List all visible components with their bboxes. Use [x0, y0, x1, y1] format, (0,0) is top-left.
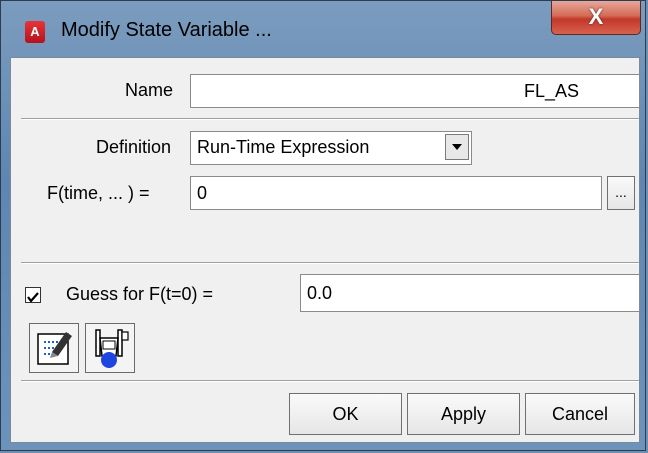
- cancel-label: Cancel: [551, 404, 609, 424]
- guess-value: 0.0: [307, 283, 333, 303]
- separator-top: [21, 118, 639, 120]
- function-expression-field[interactable]: 0: [190, 176, 602, 210]
- separator-middle: [21, 262, 639, 264]
- close-icon: X: [588, 4, 604, 29]
- definition-label: Definition: [96, 137, 172, 157]
- dropdown-arrow-button[interactable]: [445, 134, 469, 160]
- measure-button[interactable]: [85, 323, 135, 373]
- guess-value-field[interactable]: 0.0: [300, 274, 640, 312]
- notes-edit-button[interactable]: [29, 323, 79, 373]
- guess-label: Guess for F(t=0) =: [66, 284, 214, 304]
- window-title: Modify State Variable ...: [61, 19, 272, 41]
- name-value: FL_AS: [523, 81, 579, 101]
- notes-edit-icon: [37, 332, 72, 365]
- ellipsis-label: ...: [615, 184, 627, 200]
- function-value: 0: [197, 183, 208, 203]
- definition-value: Run-Time Expression: [197, 137, 370, 157]
- checkmark-icon: [27, 292, 39, 303]
- chevron-down-icon: [452, 144, 462, 150]
- apply-button[interactable]: Apply: [407, 393, 520, 435]
- ok-button[interactable]: OK: [289, 393, 402, 435]
- measure-instrument-icon: [95, 329, 129, 368]
- close-button[interactable]: X: [551, 1, 641, 35]
- apply-label: Apply: [440, 404, 487, 424]
- title-bar[interactable]: A Modify State Variable ... X: [1, 1, 645, 57]
- function-label: F(time, ... ) =: [47, 183, 150, 203]
- name-field[interactable]: FL_AS: [190, 74, 640, 108]
- separator-bottom: [21, 380, 639, 382]
- name-label: Name: [125, 80, 174, 100]
- dialog-body: Name FL_AS Definition Run-Time Expressio…: [10, 57, 640, 443]
- cancel-button[interactable]: Cancel: [525, 393, 635, 435]
- definition-select[interactable]: Run-Time Expression: [190, 131, 472, 165]
- ok-label: OK: [332, 404, 359, 424]
- guess-checkbox[interactable]: [25, 287, 41, 303]
- expression-builder-button[interactable]: ...: [607, 176, 635, 210]
- dialog-window: A Modify State Variable ... X Name FL_AS…: [0, 0, 646, 451]
- app-icon: A: [25, 21, 45, 43]
